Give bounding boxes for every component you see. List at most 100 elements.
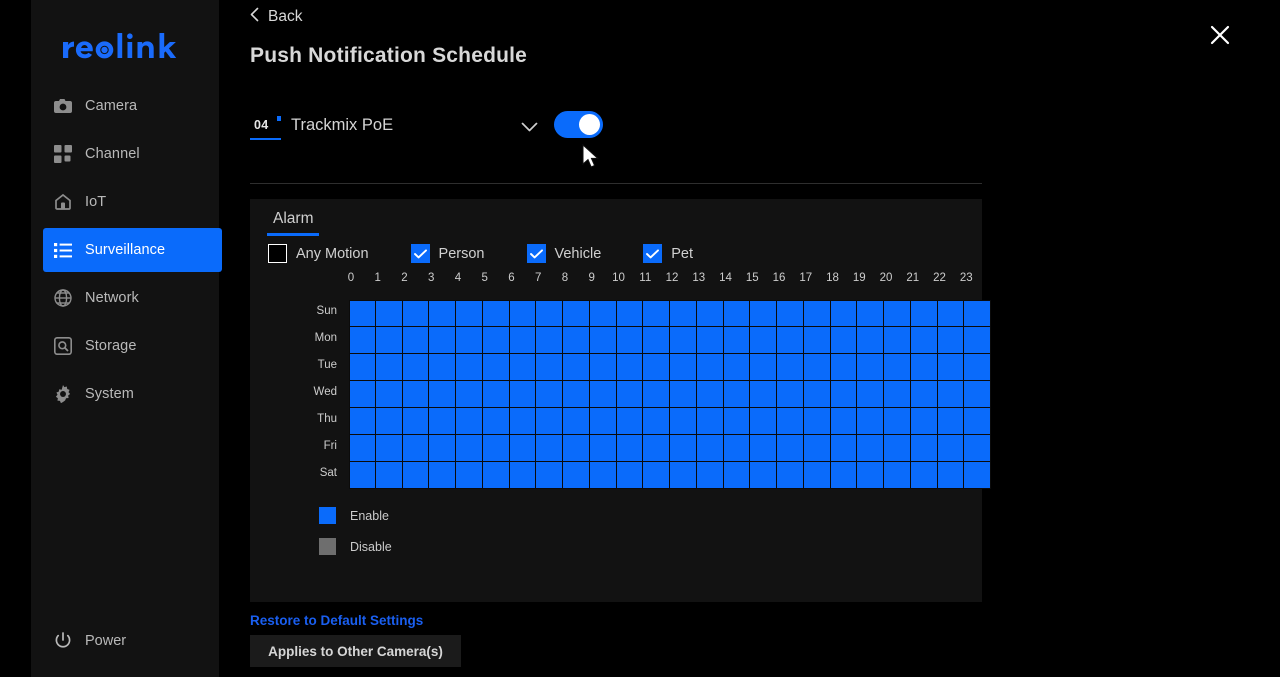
checkbox-any-motion[interactable]: Any Motion (268, 244, 369, 263)
sidebar-item-power[interactable]: Power (43, 619, 222, 663)
schedule-cell[interactable] (375, 327, 403, 354)
schedule-cell[interactable] (349, 462, 376, 489)
sidebar-item-system[interactable]: System (43, 372, 222, 416)
schedule-cell[interactable] (429, 408, 456, 435)
schedule-cell[interactable] (375, 462, 403, 489)
schedule-cell[interactable] (589, 381, 617, 408)
schedule-cell[interactable] (884, 435, 911, 462)
schedule-cell[interactable] (616, 435, 644, 462)
schedule-cell[interactable] (723, 300, 751, 327)
schedule-cell[interactable] (429, 381, 456, 408)
schedule-cell[interactable] (750, 462, 777, 489)
schedule-cell[interactable] (830, 435, 858, 462)
schedule-cell[interactable] (857, 408, 884, 435)
schedule-cell[interactable] (803, 354, 831, 381)
schedule-cell[interactable] (349, 381, 376, 408)
schedule-cell[interactable] (777, 327, 804, 354)
schedule-cell[interactable] (910, 462, 938, 489)
schedule-cell[interactable] (536, 381, 563, 408)
schedule-cell[interactable] (536, 462, 563, 489)
schedule-cell[interactable] (563, 354, 590, 381)
schedule-cell[interactable] (910, 354, 938, 381)
schedule-cell[interactable] (830, 408, 858, 435)
schedule-cell[interactable] (536, 300, 563, 327)
schedule-cell[interactable] (964, 354, 991, 381)
schedule-cell[interactable] (964, 435, 991, 462)
schedule-cell[interactable] (563, 462, 590, 489)
schedule-cell[interactable] (670, 435, 697, 462)
schedule-cell[interactable] (482, 462, 510, 489)
schedule-cell[interactable] (803, 300, 831, 327)
schedule-cell[interactable] (616, 381, 644, 408)
schedule-cell[interactable] (777, 300, 804, 327)
schedule-cell[interactable] (589, 408, 617, 435)
schedule-cell[interactable] (402, 327, 430, 354)
schedule-cell[interactable] (482, 354, 510, 381)
schedule-cell[interactable] (375, 300, 403, 327)
schedule-cell[interactable] (910, 381, 938, 408)
schedule-cell[interactable] (964, 381, 991, 408)
push-notification-toggle[interactable] (554, 111, 603, 138)
restore-defaults-link[interactable]: Restore to Default Settings (250, 613, 423, 628)
schedule-cell[interactable] (830, 381, 858, 408)
sidebar-item-camera[interactable]: Camera (43, 84, 222, 128)
schedule-cell[interactable] (643, 354, 670, 381)
schedule-cell[interactable] (482, 435, 510, 462)
schedule-cell[interactable] (589, 462, 617, 489)
schedule-cell[interactable] (589, 354, 617, 381)
schedule-cell[interactable] (402, 462, 430, 489)
schedule-cell[interactable] (910, 408, 938, 435)
schedule-cell[interactable] (429, 435, 456, 462)
schedule-cell[interactable] (509, 435, 537, 462)
schedule-cell[interactable] (643, 435, 670, 462)
schedule-cell[interactable] (643, 327, 670, 354)
schedule-cell[interactable] (884, 327, 911, 354)
schedule-cell[interactable] (830, 354, 858, 381)
schedule-cell[interactable] (375, 354, 403, 381)
schedule-cell[interactable] (723, 462, 751, 489)
schedule-cell[interactable] (509, 408, 537, 435)
schedule-cell[interactable] (750, 381, 777, 408)
schedule-cell[interactable] (670, 408, 697, 435)
schedule-cell[interactable] (696, 435, 724, 462)
schedule-cell[interactable] (937, 435, 965, 462)
schedule-cell[interactable] (349, 354, 376, 381)
schedule-cell[interactable] (429, 327, 456, 354)
schedule-cell[interactable] (857, 462, 884, 489)
schedule-cell[interactable] (375, 435, 403, 462)
chevron-down-icon[interactable] (521, 120, 538, 138)
sidebar-item-surveillance[interactable]: Surveillance (43, 228, 222, 272)
schedule-cell[interactable] (937, 327, 965, 354)
schedule-cell[interactable] (670, 354, 697, 381)
schedule-cell[interactable] (803, 408, 831, 435)
schedule-cell[interactable] (456, 354, 483, 381)
schedule-cell[interactable] (910, 435, 938, 462)
schedule-cell[interactable] (482, 327, 510, 354)
close-icon[interactable] (1207, 22, 1233, 48)
schedule-cell[interactable] (884, 300, 911, 327)
schedule-cell[interactable] (482, 408, 510, 435)
schedule-cell[interactable] (910, 300, 938, 327)
sidebar-item-network[interactable]: Network (43, 276, 222, 320)
schedule-cell[interactable] (509, 327, 537, 354)
schedule-cell[interactable] (696, 462, 724, 489)
schedule-cell[interactable] (670, 462, 697, 489)
schedule-cell[interactable] (803, 327, 831, 354)
schedule-cell[interactable] (482, 300, 510, 327)
schedule-cell[interactable] (429, 354, 456, 381)
schedule-cell[interactable] (750, 435, 777, 462)
schedule-cell[interactable] (349, 327, 376, 354)
schedule-cell[interactable] (884, 381, 911, 408)
schedule-cell[interactable] (857, 327, 884, 354)
checkbox-vehicle[interactable]: Vehicle (526, 244, 601, 263)
schedule-cell[interactable] (830, 462, 858, 489)
schedule-cell[interactable] (349, 408, 376, 435)
schedule-cell[interactable] (937, 408, 965, 435)
schedule-cell[interactable] (536, 435, 563, 462)
schedule-cell[interactable] (509, 381, 537, 408)
schedule-cell[interactable] (563, 408, 590, 435)
schedule-cell[interactable] (884, 408, 911, 435)
checkbox-person[interactable]: Person (410, 244, 485, 263)
channel-number-badge[interactable]: 04 (250, 116, 281, 140)
schedule-cell[interactable] (616, 408, 644, 435)
